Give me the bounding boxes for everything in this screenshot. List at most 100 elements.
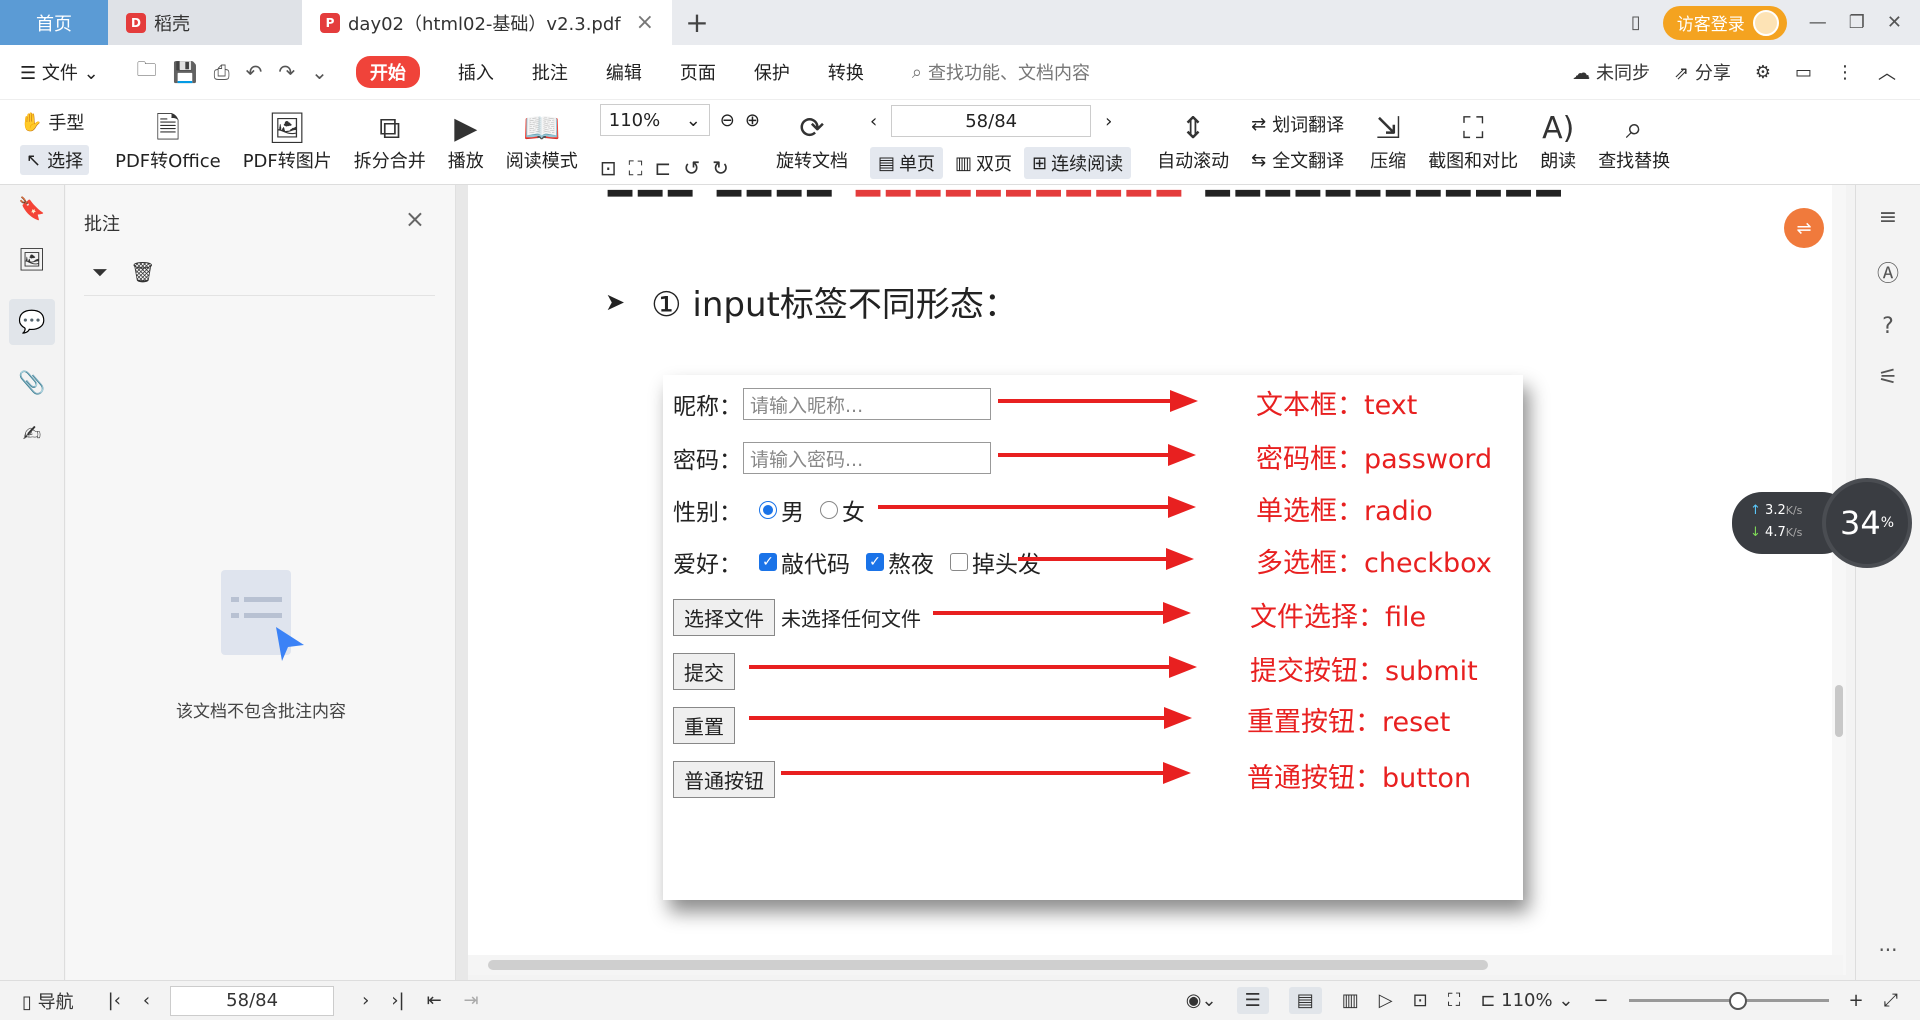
feature-search[interactable]: ⌕ 查找功能、文档内容 (912, 59, 1090, 85)
guest-login-button[interactable]: 访客登录 (1662, 5, 1787, 40)
prev-page-status-icon[interactable]: ‹ (143, 990, 150, 1011)
sync-button[interactable]: ☁ 未同步 (1572, 59, 1650, 85)
trash-icon[interactable]: 🗑 (130, 260, 155, 284)
navigation-toggle[interactable]: ▯ 导航 (22, 988, 74, 1014)
open-folder-icon[interactable]: 🗀 (137, 55, 157, 89)
next-page-status-icon[interactable]: › (362, 990, 369, 1011)
single-page-button[interactable]: ▤ 单页 (869, 147, 943, 179)
play-button[interactable]: ▶ 播放 (448, 111, 484, 173)
hand-tool-button[interactable]: ✋ 手型 (20, 109, 89, 135)
settings-icon[interactable]: ⚙ (1755, 62, 1771, 83)
pdf-to-office-button[interactable]: 🗎 PDF转Office (115, 111, 221, 173)
full-translate-button[interactable]: ⇆ 全文翻译 (1251, 147, 1344, 173)
prev-page-icon[interactable]: ‹ (870, 111, 877, 132)
screenshot-compare-button[interactable]: ⛶ 截图和对比 (1428, 111, 1518, 173)
split-merge-button[interactable]: ⧉ 拆分合并 (354, 111, 426, 173)
compress-button[interactable]: ⇲ 压缩 (1370, 111, 1406, 173)
filter-icon[interactable]: ⏷ (92, 260, 108, 284)
status-page-input[interactable]: 58/84 (170, 985, 335, 1016)
file-menu[interactable]: ☰ 文件 ⌄ (20, 59, 99, 85)
pdf-to-image-button[interactable]: 🖼 PDF转图片 (243, 111, 332, 173)
continuous-view-icon[interactable]: ☰ (1236, 987, 1269, 1014)
menu-insert[interactable]: 插入 (458, 59, 494, 85)
tab-document[interactable]: P day02（html02-基础）v2.3.pdf × (302, 0, 672, 45)
sliders-icon[interactable]: ⚟ (1878, 365, 1898, 390)
panel-splitter[interactable] (456, 185, 468, 980)
zoom-slider[interactable] (1628, 992, 1829, 1010)
comment-icon[interactable]: ▭ (1795, 62, 1812, 83)
fit-page-icon[interactable]: ⛶ (629, 156, 643, 180)
fit-page-status-icon[interactable]: ⛶ (1448, 990, 1461, 1011)
collapse-ribbon-icon[interactable]: ︿ (1878, 59, 1896, 85)
ai-search-icon[interactable]: Ⓐ (1877, 256, 1899, 288)
continuous-read-button[interactable]: ⊞ 连续阅读 (1024, 147, 1132, 179)
double-page-view-icon[interactable]: ▥ (1342, 990, 1359, 1011)
menu-page[interactable]: 页面 (680, 59, 716, 85)
fit-width-icon[interactable]: ⊏ (655, 156, 672, 180)
fullscreen-icon[interactable]: ⤢ (1884, 990, 1898, 1011)
word-translate-button[interactable]: ⇄ 划词翻译 (1251, 111, 1344, 137)
next-page-icon[interactable]: › (1105, 111, 1112, 132)
zoom-status[interactable]: ⊏ 110% ⌄ (1480, 990, 1573, 1011)
read-aloud-button[interactable]: A) 朗读 (1540, 111, 1576, 173)
zoom-in-icon[interactable]: ⊕ (745, 110, 760, 131)
close-panel-icon[interactable]: × (405, 205, 425, 233)
redo-icon[interactable]: ↷ (278, 60, 295, 84)
annotation-panel-icon[interactable]: 💬 (9, 299, 55, 345)
eye-protection-icon[interactable]: ◉⌄ (1186, 990, 1217, 1011)
undo-icon[interactable]: ↶ (246, 60, 263, 84)
menu-convert[interactable]: 转换 (828, 59, 864, 85)
horizontal-scrollbar[interactable] (468, 955, 1843, 975)
read-mode-button[interactable]: 📖 阅读模式 (506, 111, 578, 173)
page-input[interactable]: 58/84 (891, 105, 1092, 137)
rotate-document-button[interactable]: ⟳ 旋转文档 (776, 111, 848, 173)
restore-icon[interactable]: ❐ (1849, 12, 1865, 33)
select-tool-button[interactable]: ↖ 选择 (20, 145, 90, 175)
back-icon[interactable]: ⇤ (427, 990, 442, 1011)
close-window-icon[interactable]: ✕ (1887, 12, 1902, 33)
scrollbar-thumb[interactable] (1835, 685, 1843, 737)
more-options-icon[interactable]: ··· (1878, 938, 1897, 962)
menu-start[interactable]: 开始 (355, 56, 420, 88)
first-page-icon[interactable]: |‹ (108, 990, 121, 1011)
vertical-scrollbar[interactable] (1832, 185, 1846, 975)
actual-size-icon[interactable]: ⊡ (600, 156, 617, 180)
find-replace-button[interactable]: ⌕ 查找替换 (1598, 111, 1670, 173)
play-status-icon[interactable]: ▷ (1379, 990, 1393, 1011)
rotate-left-icon[interactable]: ↺ (683, 156, 700, 180)
menu-annotate[interactable]: 批注 (532, 59, 568, 85)
hscroll-thumb[interactable] (488, 960, 1488, 970)
floating-tool-button[interactable]: ⇌ (1784, 208, 1824, 248)
close-tab-icon[interactable]: × (636, 10, 654, 35)
more-vertical-icon[interactable]: ⋮ (1836, 62, 1854, 83)
menu-protect[interactable]: 保护 (754, 59, 790, 85)
help-icon[interactable]: ? (1882, 314, 1894, 339)
signature-icon[interactable]: ✍ (23, 422, 41, 447)
zoom-select[interactable]: 110% ⌄ (599, 104, 710, 136)
save-icon[interactable]: 💾 (173, 60, 198, 84)
actual-size-status-icon[interactable]: ⊡ (1413, 990, 1428, 1011)
rotate-right-icon[interactable]: ↻ (712, 156, 729, 180)
new-tab-button[interactable]: + (672, 0, 722, 45)
auto-scroll-button[interactable]: ⇕ 自动滚动 (1157, 111, 1229, 173)
share-button[interactable]: ⇗ 分享 (1674, 59, 1731, 85)
grip-icon: ≡ (1878, 205, 1898, 230)
minimize-icon[interactable]: — (1809, 12, 1827, 33)
quick-access-dropdown-icon[interactable]: ⌄ (311, 60, 328, 84)
network-speed-widget[interactable]: ↑ 3.2K/s ↓ 4.7K/s 34% (1732, 478, 1912, 568)
tab-home[interactable]: 首页 (0, 0, 108, 45)
double-page-button[interactable]: ▥ 双页 (947, 147, 1020, 179)
print-icon[interactable]: ⎙ (214, 60, 230, 84)
zoom-out-status-icon[interactable]: − (1593, 990, 1608, 1011)
forward-icon[interactable]: ⇥ (464, 990, 479, 1011)
bookmark-icon[interactable]: 🔖 (18, 197, 45, 222)
tab-daoke[interactable]: D 稻壳 (108, 0, 302, 45)
last-page-icon[interactable]: ›| (391, 990, 404, 1011)
attachment-icon[interactable]: 📎 (18, 371, 45, 396)
menu-edit[interactable]: 编辑 (606, 59, 642, 85)
single-page-view-icon[interactable]: ▤ (1288, 987, 1322, 1014)
zoom-in-status-icon[interactable]: + (1849, 990, 1864, 1011)
thumbnail-icon[interactable]: 🖼 (18, 248, 46, 273)
window-layout-icon[interactable]: ▯ (1631, 12, 1641, 33)
zoom-out-icon[interactable]: ⊖ (720, 110, 735, 131)
